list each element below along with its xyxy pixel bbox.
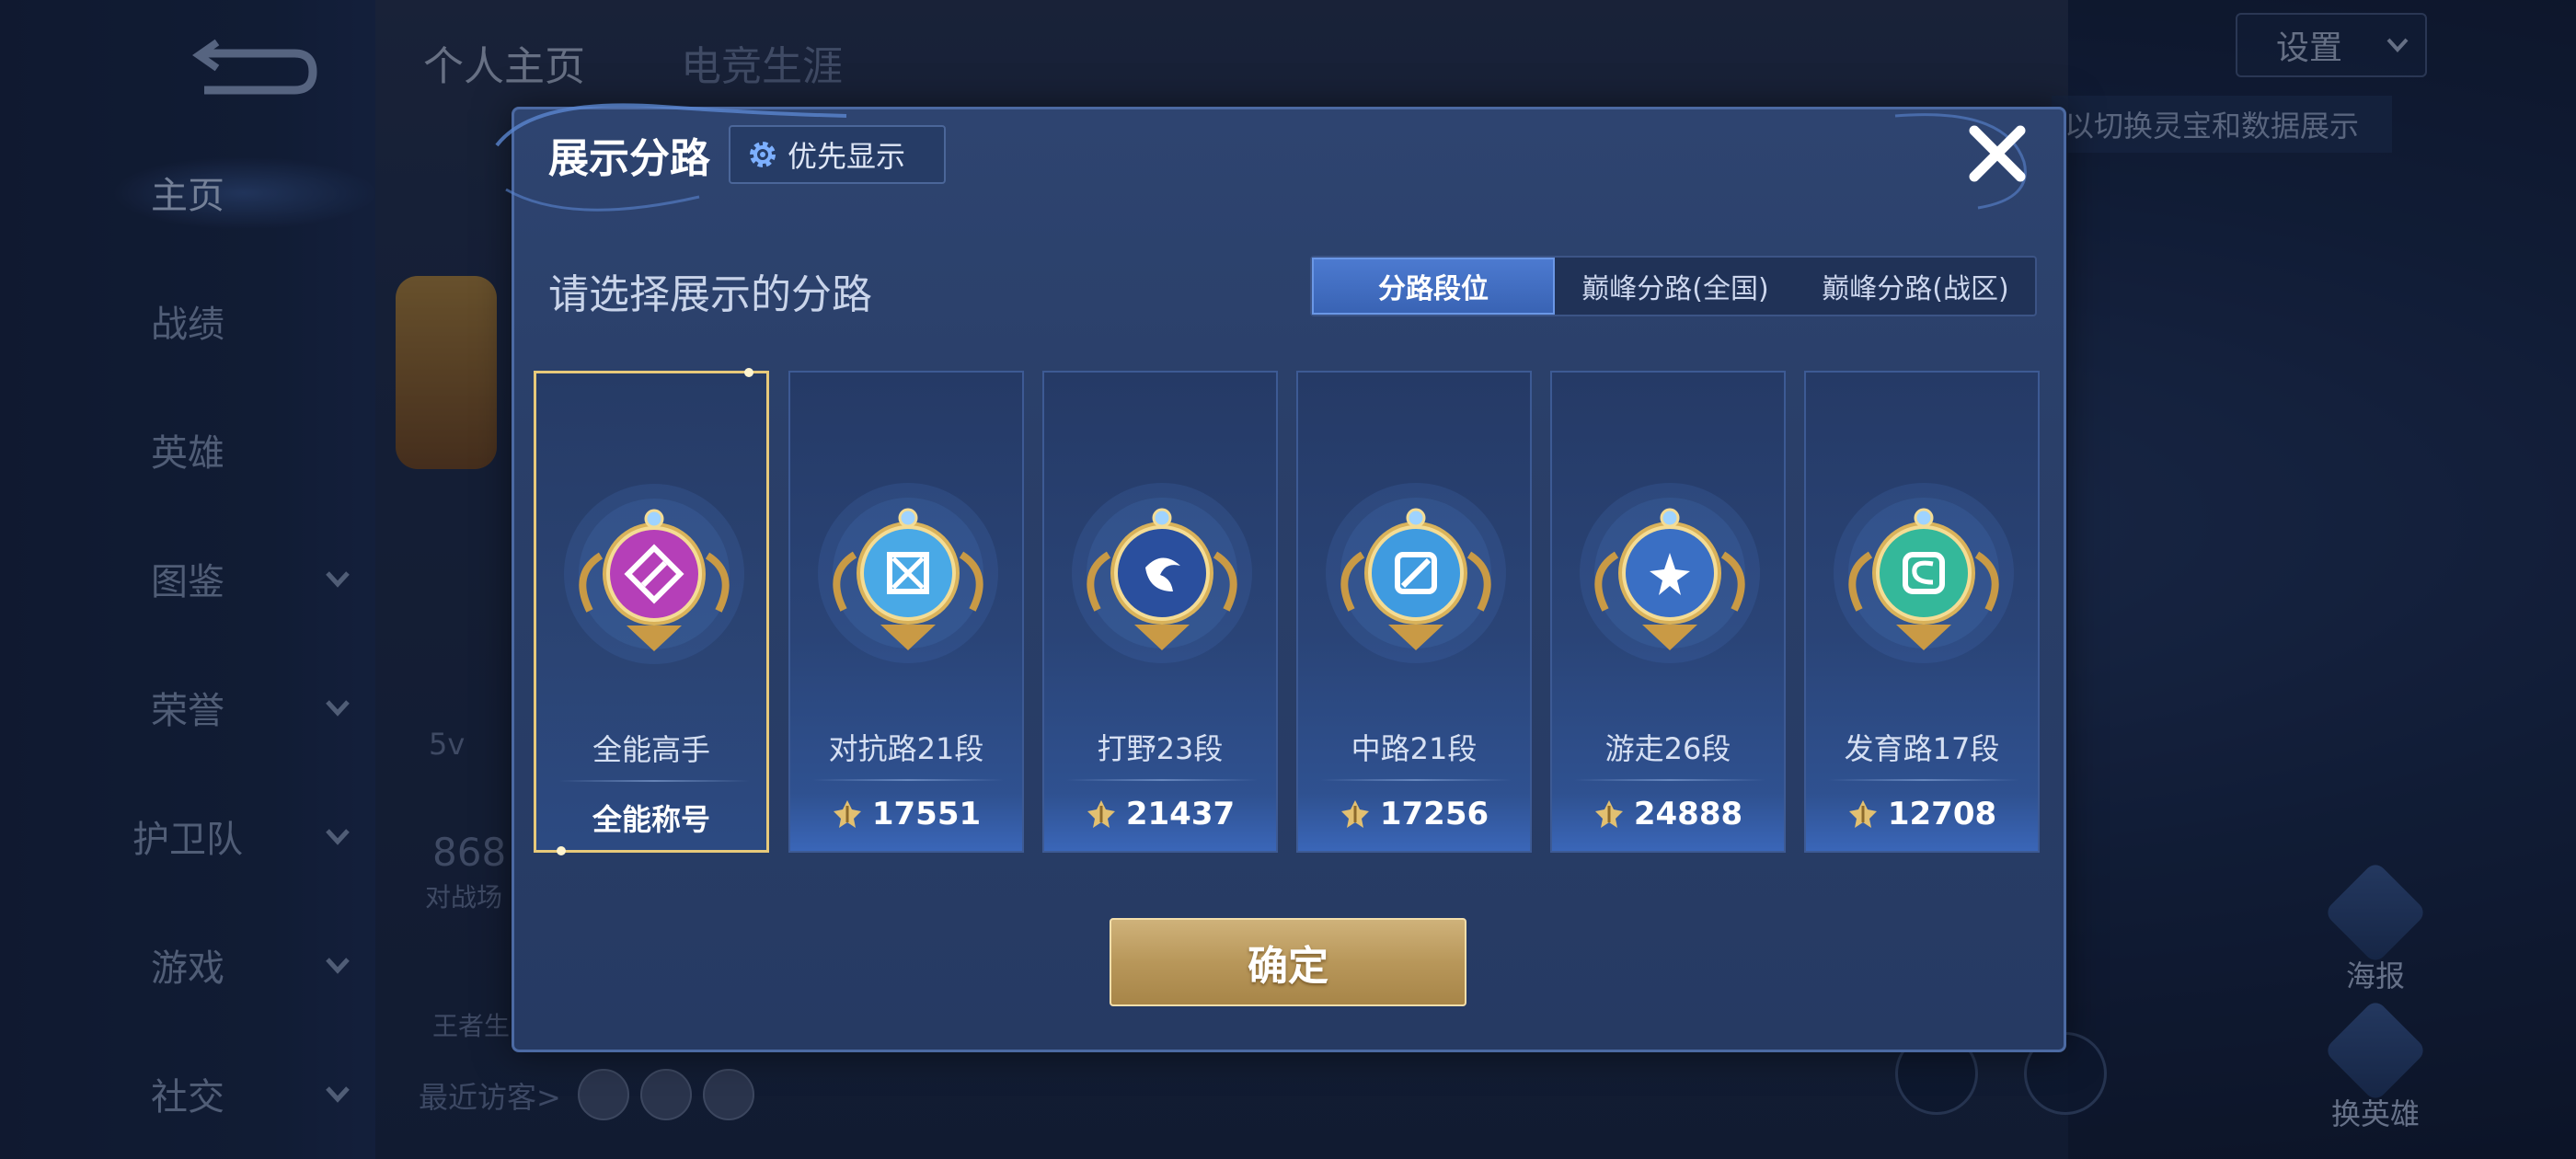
rank-points-icon xyxy=(833,800,861,828)
confirm-button[interactable]: 确定 xyxy=(1110,918,1466,1006)
card-divider xyxy=(1574,779,1765,781)
lane-score-value: 24888 xyxy=(1633,796,1743,832)
roam-emblem-icon xyxy=(1580,483,1760,663)
rank-points-icon xyxy=(1340,800,1369,828)
lane-card[interactable]: 游走26段 24888 xyxy=(1550,371,1786,853)
card-divider xyxy=(1828,779,2019,781)
card-divider xyxy=(1066,779,1258,781)
lane-score-value: 12708 xyxy=(1887,796,1997,832)
lane-score: 21437 xyxy=(1044,796,1276,832)
section-title: 请选择展示的分路 xyxy=(548,271,872,318)
lane-score-value: 17256 xyxy=(1379,796,1489,832)
ranking-type-tabs: 分路段位 巅峰分路(全国) 巅峰分路(战区) xyxy=(1310,256,2037,316)
gear-icon xyxy=(750,142,776,167)
rank-points-icon xyxy=(1848,800,1877,828)
lane-card[interactable]: 对抗路21段 17551 xyxy=(788,371,1024,853)
lane-card[interactable]: 中路21段 17256 xyxy=(1296,371,1532,853)
lane-card[interactable]: 打野23段 21437 xyxy=(1042,371,1278,853)
lane-score-value: 全能称号 xyxy=(592,802,710,837)
farm-lane-emblem-icon xyxy=(1834,483,2014,663)
lane-name: 发育路17段 xyxy=(1844,731,2000,766)
lane-score: 12708 xyxy=(1806,796,2038,832)
lane-card[interactable]: 全能高手 全能称号 xyxy=(534,368,769,855)
lane-score: 17256 xyxy=(1298,796,1530,832)
lane-card[interactable]: 发育路17段 12708 xyxy=(1804,371,2040,853)
lane-score: 全能称号 xyxy=(536,797,766,839)
all-round-emblem-icon xyxy=(564,484,744,664)
lane-score: 24888 xyxy=(1552,796,1784,832)
clash-lane-emblem-icon xyxy=(818,483,998,663)
close-icon[interactable] xyxy=(1967,123,2028,184)
priority-display-label: 优先显示 xyxy=(788,139,906,174)
card-divider xyxy=(1320,779,1512,781)
rank-points-icon xyxy=(1594,800,1623,828)
corner-dot xyxy=(557,846,566,855)
corner-dot xyxy=(744,368,753,377)
tab-peak-national[interactable]: 巅峰分路(全国) xyxy=(1555,258,1796,315)
lane-score-value: 21437 xyxy=(1125,796,1236,832)
tab-peak-region[interactable]: 巅峰分路(战区) xyxy=(1796,258,2035,315)
confirm-label: 确定 xyxy=(1248,943,1328,990)
priority-display-button[interactable]: 优先显示 xyxy=(729,125,946,184)
lane-name: 打野23段 xyxy=(1097,731,1224,766)
jungle-emblem-icon xyxy=(1072,483,1252,663)
lane-name: 中路21段 xyxy=(1351,731,1478,766)
mid-lane-emblem-icon xyxy=(1326,483,1506,663)
tab-lane-rank[interactable]: 分路段位 xyxy=(1312,258,1555,315)
lane-name: 全能高手 xyxy=(592,732,710,767)
lane-name: 游走26段 xyxy=(1604,731,1731,766)
lane-score-value: 17551 xyxy=(871,796,982,832)
card-divider xyxy=(812,779,1004,781)
modal-title: 展示分路 xyxy=(548,135,710,182)
lane-name: 对抗路21段 xyxy=(828,731,984,766)
lane-score: 17551 xyxy=(790,796,1022,832)
card-divider xyxy=(558,780,750,782)
rank-points-icon xyxy=(1087,800,1115,828)
